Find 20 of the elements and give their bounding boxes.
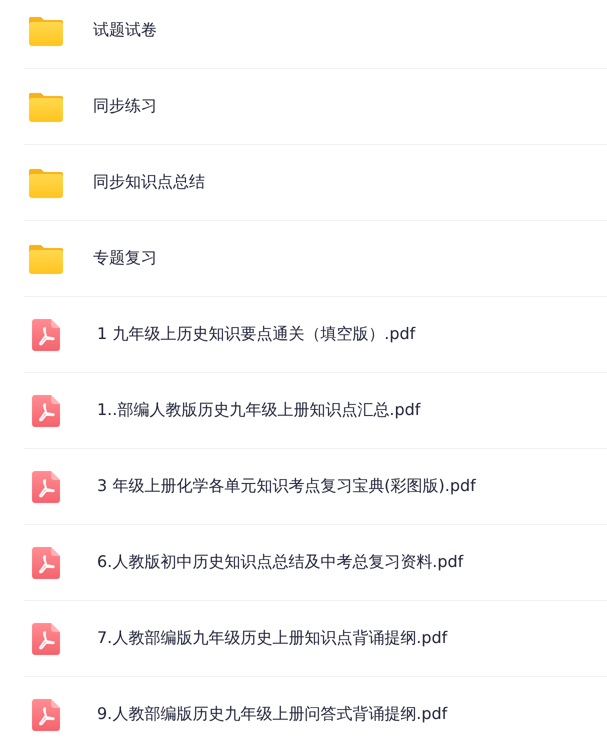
file-name[interactable]: 3 年级上册化学各单元知识考点复习宝典(彩图版).pdf [97,476,476,497]
pdf-icon [32,698,60,730]
file-name[interactable]: 同步练习 [93,96,157,117]
pdf-icon [32,394,60,426]
file-name[interactable]: 专题复习 [93,248,157,269]
file-name[interactable]: 9.人教部编版历史九年级上册问答式背诵提纲.pdf [97,704,448,725]
pdf-icon [32,546,60,578]
folder-icon [28,242,64,274]
pdf-icon [32,318,60,350]
pdf-icon [32,470,60,502]
folder-icon [28,14,64,46]
file-name[interactable]: 7.人教部编版九年级历史上册知识点背诵提纲.pdf [97,628,448,649]
folder-icon [28,166,64,198]
file-name[interactable]: 试题试卷 [93,20,157,41]
file-name[interactable]: 1 九年级上历史知识要点通关（填空版）.pdf [97,324,416,345]
pdf-icon [32,622,60,654]
file-name[interactable]: 1..部编人教版历史九年级上册知识点汇总.pdf [97,400,420,421]
file-name[interactable]: 同步知识点总结 [93,172,205,193]
file-name[interactable]: 6.人教版初中历史知识点总结及中考总复习资料.pdf [97,552,464,573]
folder-icon [28,90,64,122]
